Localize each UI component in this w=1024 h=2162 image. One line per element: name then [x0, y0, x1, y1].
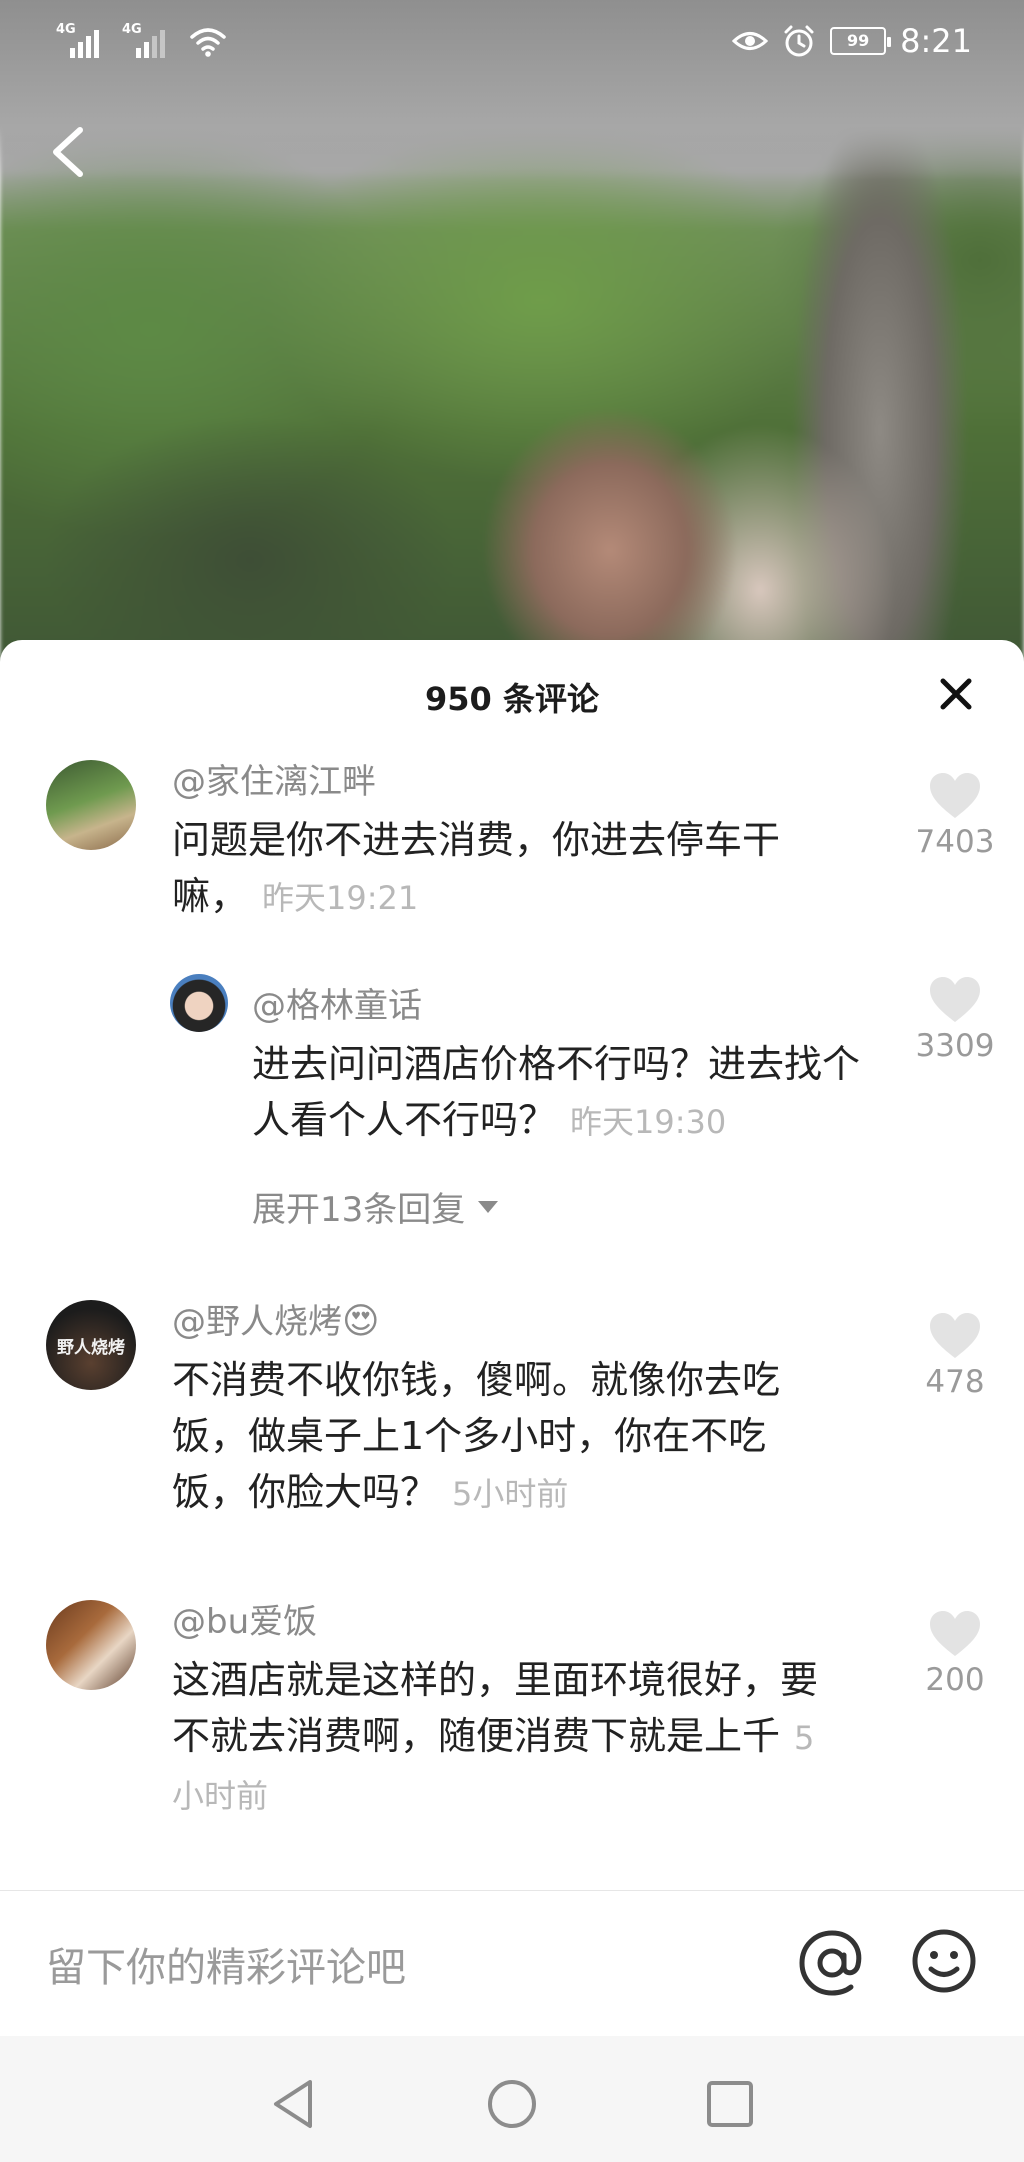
system-nav-bar: [0, 2036, 1024, 2162]
eye-icon: [732, 32, 769, 50]
comment-username[interactable]: @家住漓江畔: [172, 754, 376, 803]
expand-replies-label: 展开13条回复: [252, 1190, 466, 1230]
signal-icon: 4G: [56, 22, 108, 58]
expand-replies-button[interactable]: 展开13条回复: [252, 1182, 499, 1231]
caret-down-icon: [478, 1200, 499, 1213]
avatar[interactable]: [170, 974, 228, 1032]
alarm-icon: [784, 25, 814, 57]
at-icon[interactable]: [796, 1927, 868, 1999]
status-right: 99 8:21: [732, 22, 972, 60]
comment-time: 昨天19:30: [570, 1103, 727, 1141]
avatar[interactable]: [46, 1600, 136, 1690]
like-button[interactable]: 478: [910, 1312, 1000, 1400]
recents-square-icon[interactable]: [702, 2076, 758, 2132]
comment-text: 这酒店就是这样的，里面环境很好，要不就去消费啊，随便消费下就是上千 5小时前: [172, 1652, 822, 1824]
signal-icon: 4G: [122, 22, 174, 58]
username-text: @野人烧烤: [172, 1302, 342, 1342]
heart-eyes-emoji: 😍: [342, 1301, 380, 1342]
comment-count-title: 950 条评论: [425, 680, 599, 718]
like-count: 3309: [915, 1028, 995, 1064]
comment-text: 进去问问酒店价格不行吗？进去找个人看个人不行吗？ 昨天19:30: [252, 1036, 862, 1150]
like-count: 7403: [915, 824, 995, 860]
comment-input[interactable]: 留下你的精彩评论吧: [46, 1935, 406, 1993]
like-count: 200: [925, 1662, 985, 1698]
back-triangle-icon[interactable]: [266, 2076, 322, 2132]
home-circle-icon[interactable]: [484, 2076, 540, 2132]
chevron-left-icon[interactable]: [44, 122, 94, 182]
screen: 4G 4G 99 8:21 950 条评论 @家住漓江畔 问题是你不进去消费，你…: [0, 0, 1024, 2162]
comment-time: 昨天19:21: [262, 879, 419, 917]
heart-icon[interactable]: [928, 1610, 982, 1658]
comment-username[interactable]: @野人烧烤😍: [172, 1294, 380, 1343]
comment-sheet: 950 条评论 @家住漓江畔 问题是你不进去消费，你进去停车干嘛， 昨天19:21…: [0, 640, 1024, 2040]
comment-username[interactable]: @格林童话: [252, 978, 422, 1027]
like-button[interactable]: 3309: [910, 976, 1000, 1064]
like-count: 478: [925, 1364, 985, 1400]
comment-input-bar: 留下你的精彩评论吧: [0, 1890, 1024, 2036]
battery-level: 99: [847, 31, 870, 50]
avatar[interactable]: [46, 760, 136, 850]
heart-icon[interactable]: [928, 772, 982, 820]
status-bar: 4G 4G 99 8:21: [0, 0, 1024, 86]
clock: 8:21: [900, 22, 972, 60]
comment-text: 问题是你不进去消费，你进去停车干嘛， 昨天19:21: [172, 812, 822, 926]
comment-body: 这酒店就是这样的，里面环境很好，要不就去消费啊，随便消费下就是上千: [172, 1658, 819, 1758]
heart-icon[interactable]: [928, 976, 982, 1024]
emoji-icon[interactable]: [910, 1927, 978, 1995]
comment-text: 不消费不收你钱，傻啊。就像你去吃饭，做桌子上1个多小时，你在不吃饭，你脸大吗？ 5…: [172, 1352, 822, 1522]
like-button[interactable]: 200: [910, 1610, 1000, 1698]
comment-time: 5小时前: [452, 1475, 569, 1513]
avatar-logo-text: 野人烧烤: [57, 1337, 125, 1358]
status-left: 4G 4G: [56, 22, 228, 58]
avatar[interactable]: 野人烧烤: [46, 1300, 136, 1390]
comment-username[interactable]: @bu爱饭: [172, 1594, 317, 1643]
comment-body: 进去问问酒店价格不行吗？进去找个人看个人不行吗？: [252, 1042, 861, 1142]
close-icon[interactable]: [938, 676, 974, 712]
battery-icon: 99: [830, 27, 892, 55]
heart-icon[interactable]: [928, 1312, 982, 1360]
wifi-icon: [190, 28, 226, 57]
like-button[interactable]: 7403: [910, 772, 1000, 860]
